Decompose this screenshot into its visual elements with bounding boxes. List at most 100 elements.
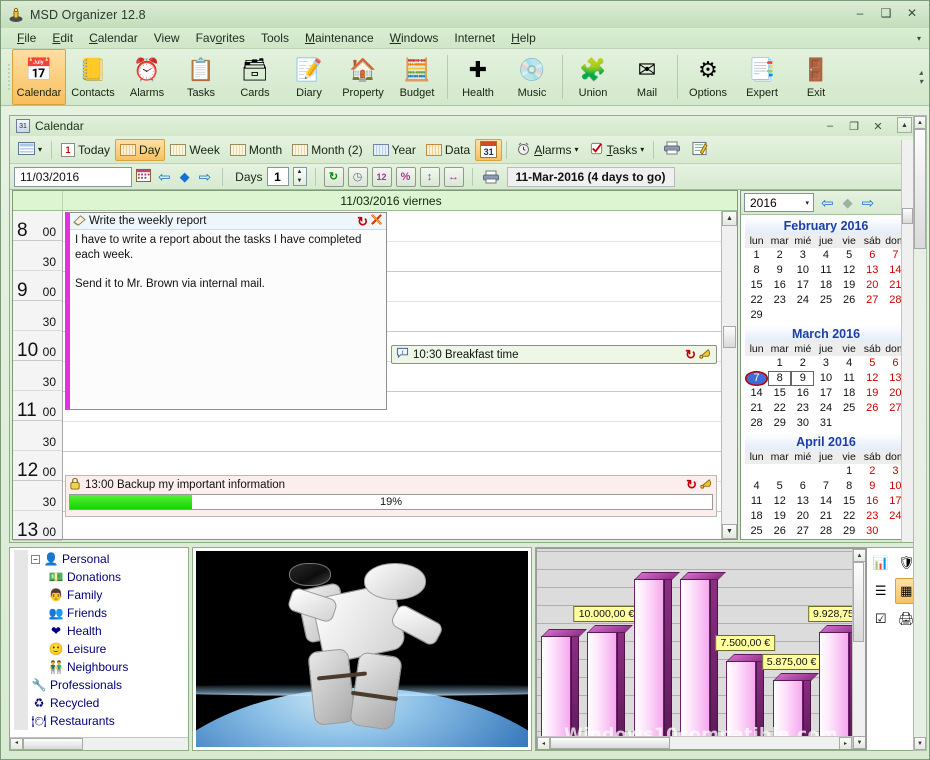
refresh-button[interactable]: ↻ [323, 166, 344, 187]
next-year-button[interactable]: ⇨ [859, 194, 878, 212]
hour-row[interactable]: 9 00 [13, 271, 62, 301]
day-cell[interactable]: 11 [814, 263, 837, 278]
calendar-31-button[interactable]: 31 [475, 138, 503, 161]
menu-item-view[interactable]: View [146, 29, 188, 47]
date-picker-icon[interactable] [136, 168, 151, 185]
day-cell[interactable]: 16 [768, 278, 791, 293]
day-scroll-down-button[interactable]: ▼ [722, 524, 737, 539]
toolbar-button-tasks[interactable]: 📋 Tasks [174, 49, 228, 105]
day-cell[interactable]: 18 [838, 386, 861, 401]
tree-horizontal-scrollbar[interactable]: ◂ [10, 737, 188, 750]
appointment-backup[interactable]: 13:00 Backup my important information ↻ [65, 475, 717, 517]
checklist-icon[interactable]: ☑ [869, 606, 893, 632]
menu-item-favorites[interactable]: Favorites [188, 29, 253, 47]
outer-scroll-down-button[interactable]: ▼ [914, 737, 926, 750]
day-cell[interactable]: 14 [814, 494, 837, 509]
mini-calendar-scrollbar[interactable] [901, 140, 914, 542]
toolbar-button-calendar[interactable]: 📅 Calendar [12, 49, 66, 105]
day-cell[interactable]: 26 [838, 293, 861, 308]
tree-item-family[interactable]: 👨 Family [14, 586, 188, 604]
toolbar-button-mail[interactable]: ✉ Mail [620, 49, 674, 105]
clock-button[interactable]: ◷ [347, 166, 368, 187]
chart-vscroll-thumb[interactable] [853, 562, 864, 642]
day-cell[interactable]: 3 [791, 248, 814, 263]
toolbar-button-property[interactable]: 🏠 Property [336, 49, 390, 105]
toolbar-button-music[interactable]: 💿 Music [505, 49, 559, 105]
alarms-caret[interactable]: ▾ [575, 145, 579, 154]
days-spin-up-icon[interactable]: ▲ [294, 168, 306, 177]
menu-overflow-icon[interactable]: ▾ [917, 34, 921, 43]
day-cell[interactable]: 23 [791, 401, 814, 416]
menu-item-internet[interactable]: Internet [446, 29, 503, 47]
bar-chart[interactable]: 10.000,00 €7.500,00 €5.875,00 €9.928,75 … [536, 548, 866, 750]
day-cell[interactable]: 23 [768, 293, 791, 308]
toolbar-scroll-down-icon[interactable]: ▾ [919, 77, 923, 85]
day-cell[interactable]: 29 [745, 308, 768, 323]
days-stepper[interactable]: ▲ ▼ [292, 167, 307, 186]
day-cell[interactable]: 19 [838, 278, 861, 293]
list-lines-icon[interactable]: ☰ [869, 578, 893, 604]
day-cell[interactable]: 22 [745, 293, 768, 308]
day-cell[interactable]: 4 [745, 479, 768, 494]
day-cell[interactable]: 15 [768, 386, 791, 401]
recurrence-icon[interactable]: ↻ [357, 215, 368, 228]
day-cell[interactable]: 12 [861, 371, 884, 386]
day-cell[interactable]: 19 [861, 386, 884, 401]
chart-horizontal-scrollbar[interactable]: ◂ ▸ [537, 736, 852, 749]
day-cell[interactable]: 16 [791, 386, 814, 401]
toolbar-button-cards[interactable]: 🗃 Cards [228, 49, 282, 105]
day-cell[interactable]: 30 [861, 524, 884, 539]
day-cell[interactable]: 10 [791, 263, 814, 278]
day-cell[interactable]: 21 [745, 401, 768, 416]
appointment-slots[interactable]: Write the weekly report ↻ I have to writ… [63, 211, 721, 542]
mdi-minimize-button[interactable]: – [818, 118, 842, 134]
day-cell[interactable]: 28 [745, 416, 768, 431]
chart-scroll-left-button[interactable]: ◂ [537, 737, 550, 749]
tab-week-view[interactable]: Week [165, 139, 224, 161]
toolbar-button-budget[interactable]: 🧮 Budget [390, 49, 444, 105]
day-cell[interactable]: 10 [814, 371, 837, 386]
toolbar-button-alarms[interactable]: ⏰ Alarms [120, 49, 174, 105]
bell-icon[interactable] [698, 347, 712, 363]
appointment-weekly-report[interactable]: Write the weekly report ↻ I have to writ… [65, 212, 387, 410]
day-cell[interactable]: 8 [745, 263, 768, 278]
day-cell[interactable]: 11 [838, 371, 861, 386]
tree-item-donations[interactable]: 💵 Donations [14, 568, 188, 586]
tab-month-view[interactable]: Month [225, 139, 287, 161]
chart-scroll-right-button[interactable]: ▸ [839, 737, 852, 749]
toolbar-scroll-up-icon[interactable]: ▴ [919, 68, 923, 76]
chart-vertical-scrollbar[interactable]: ▲ ▼ [852, 549, 865, 749]
chart-hscroll-thumb[interactable] [550, 737, 670, 749]
day-cell[interactable]: 5 [838, 248, 861, 263]
day-cell[interactable]: 5 [768, 479, 791, 494]
resize-vertical-button[interactable]: ↕ [419, 166, 440, 187]
tree-item-recycled[interactable]: ♻ Recycled [14, 694, 188, 712]
today-button[interactable]: 1 Today [56, 139, 115, 161]
day-cell[interactable]: 14 [745, 386, 768, 401]
prev-day-button[interactable]: ⇦ [155, 168, 174, 186]
tab-data-view[interactable]: Data [421, 139, 475, 161]
day-cell[interactable]: 29 [838, 524, 861, 539]
day-cell[interactable]: 11 [745, 494, 768, 509]
day-cell[interactable]: 4 [838, 356, 861, 371]
day-cell[interactable]: 20 [861, 278, 884, 293]
day-cell[interactable]: 13 [861, 263, 884, 278]
toolbar-button-union[interactable]: 🧩 Union [566, 49, 620, 105]
bell-icon-backup[interactable] [699, 477, 713, 493]
day-cell[interactable]: 1 [745, 248, 768, 263]
printer-button[interactable] [658, 139, 686, 161]
day-cell[interactable]: 2 [861, 464, 884, 479]
day-cell[interactable]: 18 [814, 278, 837, 293]
tasks-caret[interactable]: ▾ [640, 145, 644, 154]
day-cell[interactable]: 25 [838, 401, 861, 416]
day-cell[interactable]: 19 [768, 509, 791, 524]
day-cell[interactable]: 15 [745, 278, 768, 293]
chart-pie-icon[interactable]: 📊 [869, 550, 893, 576]
day-cell[interactable]: 7 [745, 371, 769, 386]
outer-scroll-thumb[interactable] [914, 129, 926, 249]
day-cell[interactable]: 15 [838, 494, 861, 509]
day-cell[interactable]: 12 [768, 494, 791, 509]
day-cell[interactable]: 3 [814, 356, 837, 371]
day-cell[interactable]: 9 [768, 263, 791, 278]
goto-today-diamond-icon[interactable]: ◆ [178, 169, 192, 185]
